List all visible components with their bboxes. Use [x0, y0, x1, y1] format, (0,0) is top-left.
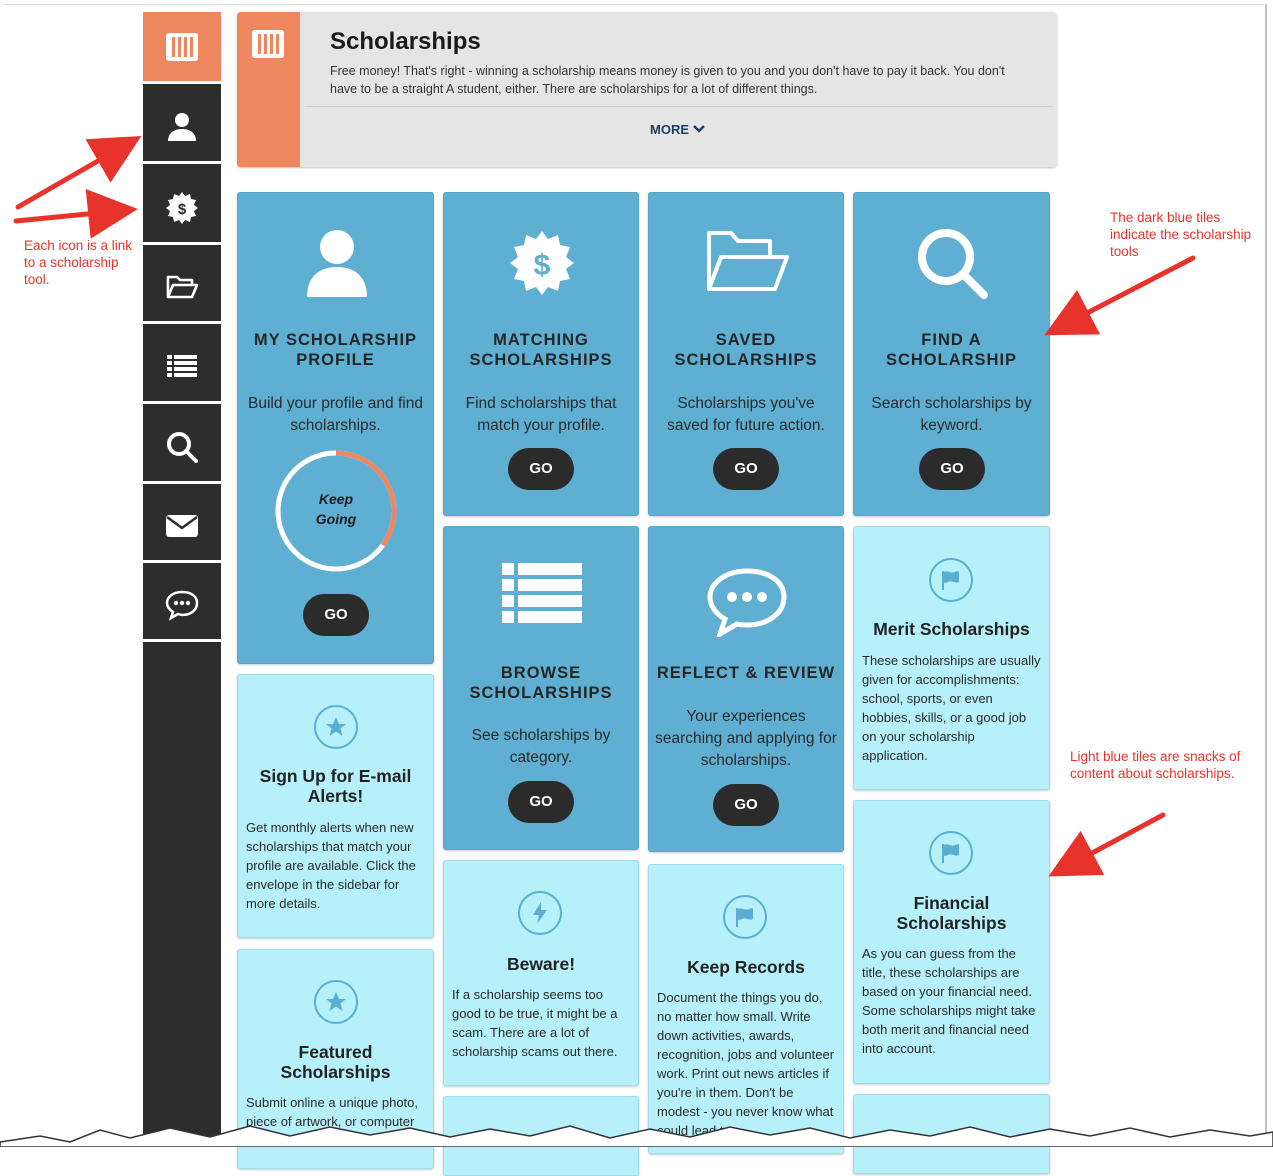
- star-icon: [326, 717, 346, 736]
- page-description: Free money! That's right - winning a sch…: [330, 64, 1005, 96]
- tile-title: Sign Up for E-mail Alerts!: [259, 766, 412, 806]
- go-button[interactable]: GO: [508, 448, 574, 490]
- flag-badge: [929, 831, 973, 875]
- go-button[interactable]: GO: [508, 781, 574, 823]
- progress-label: Keep Going: [315, 491, 357, 527]
- more-label: MORE: [650, 122, 689, 137]
- sidebar-item-saved[interactable]: [143, 252, 221, 324]
- tile-description: Build your profile and find scholarships…: [248, 395, 423, 434]
- folder-open-icon: [707, 231, 789, 291]
- page-title: Scholarships: [330, 28, 481, 55]
- tile-financial-scholarships: Financial Scholarships As you can guess …: [853, 800, 1050, 1084]
- go-button[interactable]: GO: [713, 784, 779, 826]
- tile-title: FIND A SCHOLARSHIP: [885, 331, 1018, 369]
- tile-description: Find scholarships that match your profil…: [465, 395, 617, 434]
- flag-icon: [736, 908, 753, 927]
- tile-title: Beware!: [506, 954, 576, 974]
- tile-beware: Beware! If a scholarship seems too good …: [443, 860, 639, 1086]
- tile-my-scholarship-profile[interactable]: MY SCHOLARSHIP PROFILE Build your profil…: [237, 192, 434, 664]
- tile-description: Your experiences searching and applying …: [655, 708, 837, 769]
- tile-text: As you can guess from the title, these s…: [862, 946, 1036, 1056]
- tile-text: These scholarships are usually given for…: [862, 653, 1041, 763]
- tile-email-alerts: Sign Up for E-mail Alerts! Get monthly a…: [237, 674, 434, 938]
- tile-description: See scholarships by category.: [471, 727, 611, 766]
- header-icon-panel: [237, 12, 300, 167]
- user-icon: [307, 230, 367, 297]
- tile-matching-scholarships[interactable]: $ MATCHING SCHOLARSHIPS Find scholarship…: [443, 192, 639, 516]
- star-badge: [314, 980, 358, 1024]
- sidebar-item-alerts[interactable]: [143, 491, 221, 563]
- tile-title: REFLECT & REVIEW: [656, 664, 836, 682]
- tile-title: MY SCHOLARSHIP PROFILE: [253, 331, 418, 369]
- sidebar-item-reflect[interactable]: [143, 570, 221, 642]
- dollar-badge-icon: $: [166, 191, 198, 224]
- sidebar-item-browse[interactable]: [143, 332, 221, 404]
- chat-bubble-icon: [165, 590, 199, 621]
- search-icon: [918, 229, 988, 299]
- lightning-icon: [533, 902, 547, 924]
- tile-description: Scholarships you've saved for future act…: [667, 395, 825, 434]
- envelope-icon: [166, 514, 198, 537]
- tile-reflect-review[interactable]: REFLECT & REVIEW Your experiences search…: [648, 526, 844, 852]
- tile-title: SAVED SCHOLARSHIPS: [674, 331, 818, 369]
- user-icon: [168, 112, 196, 141]
- chat-bubble-icon: [707, 568, 787, 637]
- tile-browse-scholarships[interactable]: BROWSE SCHOLARSHIPS See scholarships by …: [443, 526, 639, 850]
- star-badge: [314, 705, 358, 749]
- torn-edge: [0, 1125, 1273, 1147]
- tile-find-a-scholarship[interactable]: FIND A SCHOLARSHIP Search scholarships b…: [853, 192, 1050, 516]
- tile-text: If a scholarship seems too good to be tr…: [452, 987, 618, 1059]
- page-header: Scholarships Free money! That's right - …: [237, 12, 1057, 167]
- chevron-down-icon: [693, 125, 705, 133]
- tile-saved-scholarships[interactable]: SAVED SCHOLARSHIPS Scholarships you've s…: [648, 192, 844, 516]
- dollar-badge-icon: $: [510, 231, 574, 295]
- list-icon: [502, 563, 582, 623]
- annotation-dark-tiles: The dark blue tiles indicate the scholar…: [1110, 210, 1252, 259]
- screenshot-border-right: [1265, 4, 1267, 1144]
- flag-icon: [942, 571, 959, 590]
- go-button[interactable]: GO: [713, 448, 779, 490]
- books-icon: [252, 30, 284, 58]
- go-button[interactable]: GO: [919, 448, 985, 490]
- annotation-icons: Each icon is a link to a scholarship too…: [24, 238, 133, 287]
- arrow-to-profile-icon: [15, 136, 142, 210]
- arrow-to-matching-icon: [13, 189, 138, 239]
- tile-title: Keep Records: [687, 957, 805, 977]
- header-divider: [305, 106, 1053, 107]
- tile-description: Search scholarships by keyword.: [871, 395, 1032, 434]
- tile-text: Get monthly alerts when new scholarships…: [246, 820, 416, 911]
- tile-keep-records: Keep Records Document the things you do,…: [648, 864, 844, 1154]
- tile-title: Featured Scholarships: [280, 1042, 391, 1082]
- more-button[interactable]: MORE: [650, 122, 705, 137]
- arrow-to-light-tile: [1048, 812, 1166, 877]
- tile-text: Document the things you do, no matter ho…: [657, 990, 835, 1138]
- flag-badge: [723, 895, 767, 939]
- books-icon: [166, 32, 198, 61]
- go-button[interactable]: GO: [303, 594, 369, 636]
- svg-text:$: $: [534, 249, 551, 282]
- svg-text:$: $: [178, 201, 187, 218]
- tile-title: Merit Scholarships: [873, 619, 1030, 639]
- tile-merit-scholarships: Merit Scholarships These scholarships ar…: [853, 526, 1050, 790]
- sidebar-item-matching[interactable]: $: [143, 173, 221, 245]
- list-icon: [167, 354, 197, 377]
- star-icon: [326, 992, 346, 1011]
- flag-badge: [929, 558, 973, 602]
- tile-title: Financial Scholarships: [896, 893, 1007, 933]
- search-icon: [167, 431, 198, 463]
- sidebar-item-profile[interactable]: [143, 92, 221, 164]
- arrow-to-dark-tile: [1044, 255, 1196, 336]
- tile-title: MATCHING SCHOLARSHIPS: [469, 331, 613, 369]
- annotation-light-tiles: Light blue tiles are snacks of content a…: [1070, 749, 1241, 781]
- screenshot-border-top: [4, 4, 1264, 5]
- bolt-badge: [518, 891, 562, 935]
- sidebar-item-find[interactable]: [143, 412, 221, 484]
- flag-icon: [942, 844, 959, 863]
- tile-title: BROWSE SCHOLARSHIPS: [469, 664, 613, 702]
- sidebar-item-scholarships[interactable]: [143, 12, 221, 84]
- folder-open-icon: [166, 275, 199, 298]
